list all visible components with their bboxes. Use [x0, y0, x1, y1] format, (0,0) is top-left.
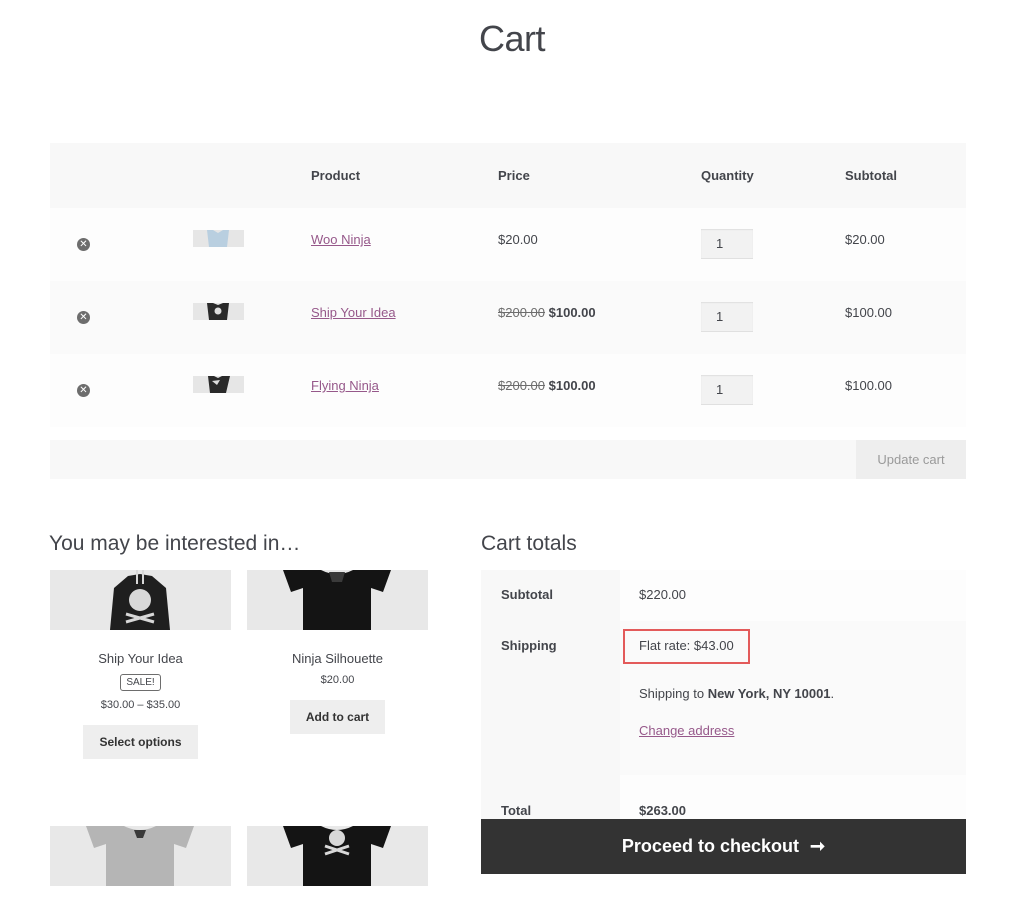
- header-price: Price: [498, 168, 530, 183]
- price-original: $200.00: [498, 305, 545, 320]
- add-to-cart-button[interactable]: Add to cart: [289, 700, 386, 734]
- product-thumbnail[interactable]: [193, 303, 244, 320]
- product-thumbnail[interactable]: [193, 230, 244, 247]
- product-price: $200.00 $100.00: [498, 305, 596, 320]
- product-price: $20.00: [320, 674, 355, 686]
- shipping-label: Shipping: [481, 621, 620, 775]
- table-row: ✕ Ship Your Idea $200.00 $100.00 $100.00: [50, 281, 966, 354]
- product-thumbnail[interactable]: [193, 376, 244, 393]
- shipping-location: New York, NY 10001: [707, 686, 831, 701]
- change-address-link[interactable]: Change address: [639, 723, 966, 738]
- remove-icon[interactable]: ✕: [77, 238, 90, 251]
- product-card: [50, 826, 231, 886]
- product-price: $20.00: [498, 232, 538, 247]
- product-link[interactable]: Ship Your Idea: [311, 305, 396, 320]
- subtotal-value: $220.00: [620, 570, 966, 621]
- quantity-input[interactable]: [701, 375, 753, 405]
- cross-sells-title: You may be interested in…: [49, 532, 301, 555]
- product-link[interactable]: Woo Ninja: [311, 232, 371, 247]
- arrow-right-icon: ➞: [809, 836, 826, 856]
- remove-icon[interactable]: ✕: [77, 311, 90, 324]
- shipping-to-suffix: .: [830, 686, 835, 701]
- product-price: $30.00 – $35.00: [100, 699, 181, 711]
- quantity-input[interactable]: [701, 302, 753, 332]
- table-row: ✕ Woo Ninja $20.00 $20.00: [50, 208, 966, 281]
- cart-totals-table: Subtotal $220.00 Shipping Flat rate: $43…: [481, 570, 966, 849]
- shipping-destination: Shipping to New York, NY 10001.: [639, 686, 966, 701]
- product-price: $200.00 $100.00: [498, 378, 596, 393]
- price-original: $200.00: [498, 378, 545, 393]
- line-subtotal: $100.00: [845, 378, 892, 393]
- subtotal-label: Subtotal: [481, 570, 620, 621]
- price-sale: $100.00: [548, 378, 596, 393]
- product-title[interactable]: Ship Your Idea: [50, 651, 231, 666]
- cart-totals-title: Cart totals: [481, 532, 577, 555]
- line-subtotal: $100.00: [845, 305, 892, 320]
- shipping-to-prefix: Shipping to: [639, 686, 705, 701]
- product-title[interactable]: Ninja Silhouette: [247, 651, 428, 666]
- table-row: ✕ Flying Ninja $200.00 $100.00 $100.00: [50, 354, 966, 427]
- product-image[interactable]: [247, 826, 428, 886]
- product-link[interactable]: Flying Ninja: [311, 378, 379, 393]
- quantity-input[interactable]: [701, 229, 753, 259]
- header-product: Product: [311, 168, 361, 183]
- totals-row-subtotal: Subtotal $220.00: [481, 570, 966, 621]
- cart-table: Product Price Quantity Subtotal ✕ Woo Ni…: [50, 143, 966, 479]
- shipping-details: Flat rate: $43.00 Shipping to New York, …: [620, 621, 966, 775]
- line-subtotal: $20.00: [845, 232, 885, 247]
- product-image[interactable]: [247, 570, 428, 630]
- product-card: [247, 826, 428, 886]
- price-sale: $100.00: [548, 305, 596, 320]
- flat-rate-highlight: Flat rate: $43.00: [623, 629, 750, 664]
- update-cart-button[interactable]: Update cart: [856, 440, 966, 479]
- page-title: Cart: [478, 18, 546, 59]
- header-subtotal: Subtotal: [845, 168, 897, 183]
- checkout-label: Proceed to checkout: [621, 836, 799, 856]
- product-card: Ninja Silhouette $20.00 Add to cart: [247, 570, 428, 734]
- product-image[interactable]: [50, 570, 231, 630]
- cart-table-header: Product Price Quantity Subtotal: [50, 143, 966, 208]
- proceed-to-checkout-button[interactable]: Proceed to checkout ➞: [481, 819, 966, 874]
- product-card: Ship Your Idea SALE! $30.00 – $35.00 Sel…: [50, 570, 231, 759]
- select-options-button[interactable]: Select options: [83, 725, 198, 759]
- remove-icon[interactable]: ✕: [77, 384, 90, 397]
- product-image[interactable]: [50, 826, 231, 886]
- header-quantity: Quantity: [701, 168, 754, 183]
- sale-badge: SALE!: [120, 674, 161, 691]
- cart-actions: Update cart: [50, 440, 966, 479]
- totals-row-shipping: Shipping Flat rate: $43.00 Shipping to N…: [481, 621, 966, 775]
- price-current: $20.00: [498, 232, 538, 247]
